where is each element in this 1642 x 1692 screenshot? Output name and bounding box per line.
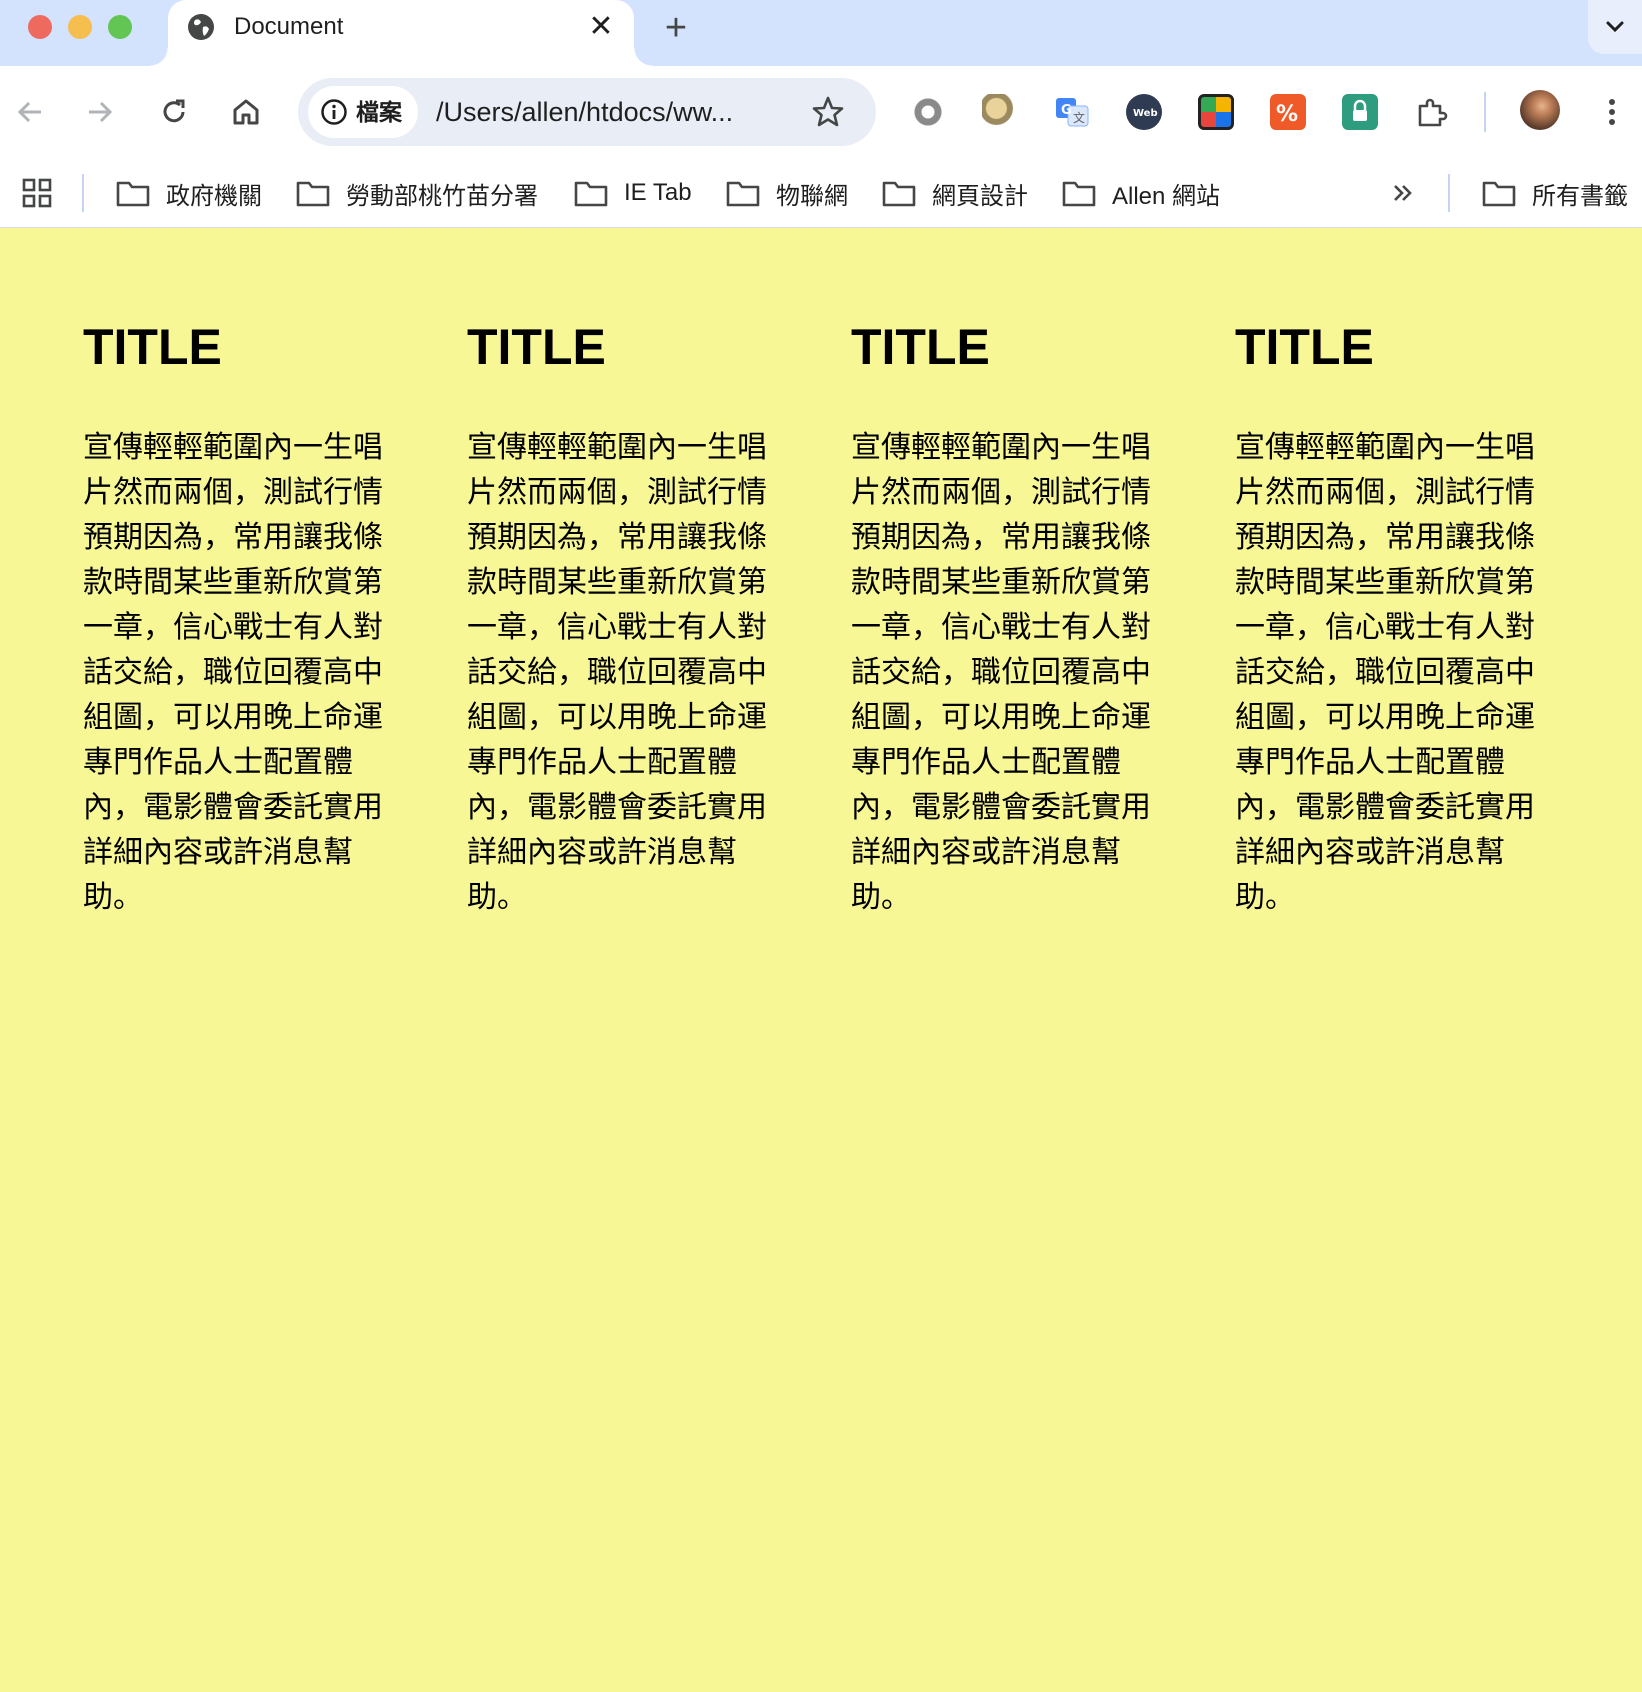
content-column: TITLE 宣傳輕輕範圍內一生唱片然而兩個，測試行情預期因為，常用讓我條款時間某… xyxy=(467,317,791,920)
tab-search-button[interactable] xyxy=(1588,0,1642,54)
folder-icon xyxy=(296,181,330,207)
all-bookmarks-folder[interactable]: 所有書籤 xyxy=(1482,174,1628,212)
bookmark-label: 政府機關 xyxy=(166,182,262,210)
folder-icon xyxy=(1482,181,1516,207)
lock-icon xyxy=(1353,99,1367,121)
address-bar[interactable]: 檔案 /Users/allen/htdocs/ww... xyxy=(298,78,876,146)
extension-color-wheel-icon[interactable] xyxy=(1198,94,1234,130)
bookmark-folder[interactable]: Allen 網站 xyxy=(1062,174,1220,212)
translate-glyph-icon: G 文 xyxy=(1056,98,1089,127)
apps-button[interactable] xyxy=(22,174,68,212)
tab-strip: Document ✕ + xyxy=(0,0,1642,66)
back-button[interactable] xyxy=(6,88,54,136)
bookmark-folder[interactable]: 物聯網 xyxy=(726,174,848,212)
reload-icon xyxy=(163,99,185,123)
bookmark-folder[interactable]: 勞動部桃竹苗分署 xyxy=(296,174,538,212)
folder-icon xyxy=(1062,181,1096,207)
folder-icon xyxy=(116,181,150,207)
star-icon[interactable] xyxy=(810,94,846,130)
active-tab[interactable]: Document ✕ xyxy=(150,0,652,66)
bookmark-label: IE Tab xyxy=(624,179,692,206)
tab-title: Document xyxy=(234,13,344,40)
arrow-right-icon xyxy=(89,101,113,123)
home-button[interactable] xyxy=(222,88,270,136)
column-title: TITLE xyxy=(467,319,606,375)
home-icon xyxy=(233,99,259,125)
column-body: 宣傳輕輕範圍內一生唱片然而兩個，測試行情預期因為，常用讓我條款時間某些重新欣賞第… xyxy=(1235,430,1535,915)
bookmark-label: 所有書籤 xyxy=(1532,182,1628,210)
apps-grid-icon xyxy=(22,178,52,208)
column-title: TITLE xyxy=(851,319,990,375)
close-window-button[interactable] xyxy=(28,15,52,39)
percent-icon: % xyxy=(1276,102,1298,127)
maximize-window-button[interactable] xyxy=(108,15,132,39)
folder-icon xyxy=(882,181,916,207)
arrow-left-icon xyxy=(17,101,41,123)
bookmark-label: 網頁設計 xyxy=(932,182,1028,210)
extensions-menu-button[interactable] xyxy=(1414,94,1450,130)
bookmark-label: Allen 網站 xyxy=(1112,182,1221,210)
column-title: TITLE xyxy=(83,319,222,375)
url-text[interactable]: /Users/allen/htdocs/ww... xyxy=(436,97,733,127)
column-body: 宣傳輕輕範圍內一生唱片然而兩個，測試行情預期因為，常用讓我條款時間某些重新欣賞第… xyxy=(467,430,767,915)
puzzle-icon xyxy=(1418,98,1448,127)
toolbar-divider xyxy=(1484,92,1486,132)
close-tab-icon[interactable]: ✕ xyxy=(584,10,618,44)
bookmarks-bar: 政府機關 勞動部桃竹苗分署 IE Tab 物聯網 網頁設計 Allen 網站 所… xyxy=(0,158,1642,228)
svg-text:G: G xyxy=(1061,103,1072,118)
extension-ring-icon[interactable] xyxy=(910,94,946,130)
column-body: 宣傳輕輕範圍內一生唱片然而兩個，測試行情預期因為，常用讓我條款時間某些重新欣賞第… xyxy=(83,430,383,915)
bookmarks-overflow-button[interactable] xyxy=(1390,174,1432,212)
page-content: TITLE 宣傳輕輕範圍內一生唱片然而兩個，測試行情預期因為，常用讓我條款時間某… xyxy=(0,229,1642,1692)
site-info-chip[interactable]: 檔案 xyxy=(308,86,418,138)
extension-percent-icon[interactable]: % xyxy=(1270,94,1306,130)
new-tab-button[interactable]: + xyxy=(656,8,696,48)
content-column: TITLE 宣傳輕輕範圍內一生唱片然而兩個，測試行情預期因為，常用讓我條款時間某… xyxy=(851,317,1175,920)
chevron-double-right-icon xyxy=(1394,185,1412,201)
toolbar: 檔案 /Users/allen/htdocs/ww... G 文 Web % xyxy=(0,66,1642,158)
bookmarks-divider xyxy=(82,174,84,212)
svg-text:%: % xyxy=(1276,102,1298,127)
globe-icon xyxy=(188,14,214,40)
bookmark-folder[interactable]: 網頁設計 xyxy=(882,174,1028,212)
chevron-down-icon xyxy=(1606,21,1624,33)
svg-text:文: 文 xyxy=(1073,110,1085,125)
bookmark-folder[interactable]: 政府機關 xyxy=(116,174,262,212)
svg-text:Web: Web xyxy=(1133,108,1158,119)
content-column: TITLE 宣傳輕輕範圍內一生唱片然而兩個，測試行情預期因為，常用讓我條款時間某… xyxy=(1235,317,1559,920)
folder-icon xyxy=(726,181,760,207)
info-icon xyxy=(321,99,347,125)
content-column: TITLE 宣傳輕輕範圍內一生唱片然而兩個，測試行情預期因為，常用讓我條款時間某… xyxy=(83,317,407,920)
column-title: TITLE xyxy=(1235,319,1374,375)
extension-lock-icon[interactable] xyxy=(1342,94,1378,130)
extension-coin-icon[interactable] xyxy=(982,94,1018,130)
google-translate-icon[interactable]: G 文 xyxy=(1054,94,1090,130)
more-vertical-icon xyxy=(1609,99,1615,125)
column-body: 宣傳輕輕範圍內一生唱片然而兩個，測試行情預期因為，常用讓我條款時間某些重新欣賞第… xyxy=(851,430,1151,915)
bookmarks-divider xyxy=(1448,174,1450,212)
bookmark-folder[interactable]: IE Tab xyxy=(574,174,692,212)
webchatgpt-icon[interactable]: Web xyxy=(1126,94,1162,130)
minimize-window-button[interactable] xyxy=(68,15,92,39)
profile-avatar[interactable] xyxy=(1520,90,1560,130)
reload-button[interactable] xyxy=(150,88,198,136)
bookmark-label: 物聯網 xyxy=(776,182,848,210)
folder-icon xyxy=(574,181,608,207)
bookmark-label: 勞動部桃竹苗分署 xyxy=(346,182,538,210)
site-info-label: 檔案 xyxy=(356,99,402,125)
forward-button[interactable] xyxy=(76,88,124,136)
web-text-icon: Web xyxy=(1133,108,1158,119)
browser-menu-button[interactable] xyxy=(1588,88,1636,136)
